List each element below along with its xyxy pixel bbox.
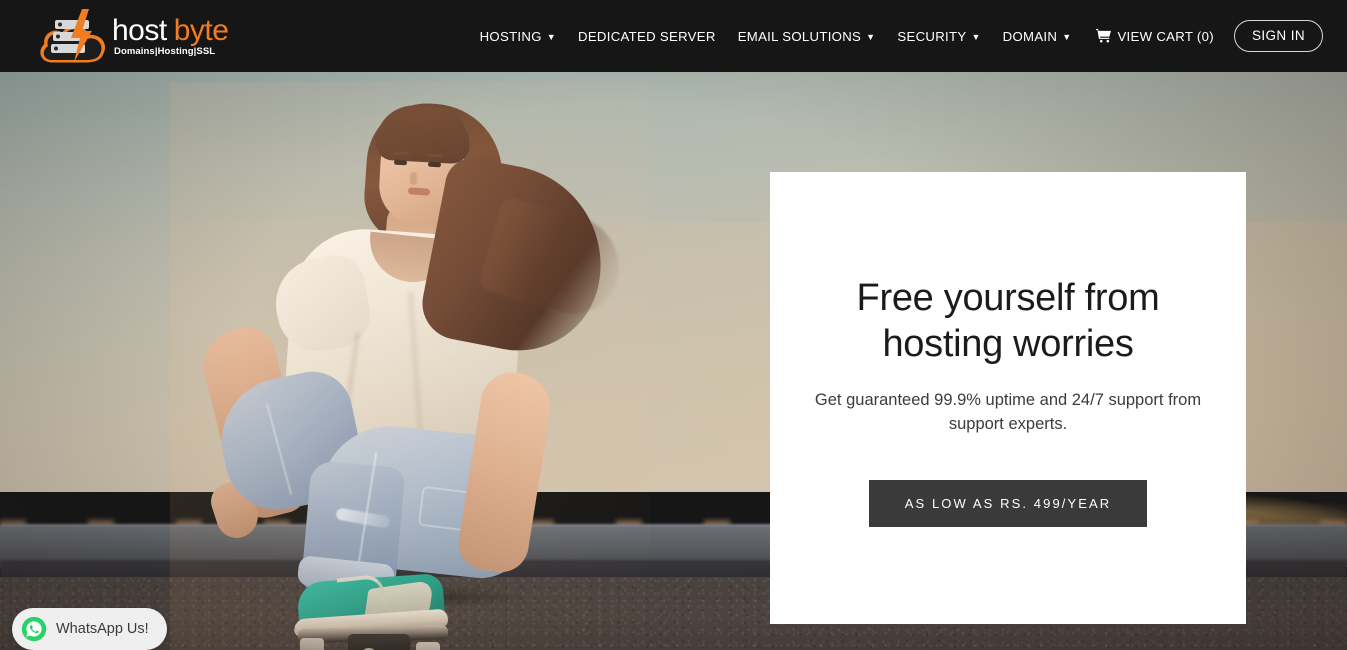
cart-label: VIEW CART (0) <box>1117 28 1214 44</box>
hero-subheadline: Get guaranteed 99.9% uptime and 24/7 sup… <box>814 391 1202 434</box>
whatsapp-icon <box>21 616 47 642</box>
nav-item-email-solutions[interactable]: EMAIL SOLUTIONS ▼ <box>727 0 887 72</box>
view-cart-button[interactable]: VIEW CART (0) <box>1082 0 1221 72</box>
nav-item-security[interactable]: SECURITY ▼ <box>886 0 991 72</box>
logo-word-byte: byte <box>173 13 229 47</box>
nav-label-security: SECURITY <box>897 28 967 44</box>
main-navigation: HOSTING ▼ DEDICATED SERVER EMAIL SOLUTIO… <box>469 0 1331 72</box>
nav-item-dedicated-server[interactable]: DEDICATED SERVER <box>567 0 727 72</box>
chevron-down-icon: ▼ <box>866 32 876 42</box>
logo-word-host: host <box>112 13 167 47</box>
hero-cta-button[interactable]: AS LOW AS RS. 499/YEAR <box>868 480 1148 528</box>
nav-label-hosting: HOSTING <box>479 28 542 44</box>
chevron-down-icon: ▼ <box>971 32 981 42</box>
nav-label-domain: DOMAIN <box>1002 28 1058 44</box>
nav-item-domain[interactable]: DOMAIN ▼ <box>992 0 1083 72</box>
site-logo[interactable]: host byte Domains|Hosting|SSL <box>38 2 238 70</box>
logo-tagline: Domains|Hosting|SSL <box>114 45 216 57</box>
nav-label-email-solutions: EMAIL SOLUTIONS <box>737 28 862 44</box>
sign-in-button[interactable]: SIGN IN <box>1233 20 1323 52</box>
shopping-cart-icon <box>1096 28 1112 46</box>
chevron-down-icon: ▼ <box>1062 32 1072 42</box>
logo-wordmark: host byte Domains|Hosting|SSL <box>112 13 229 57</box>
site-header: host byte Domains|Hosting|SSL HOSTING ▼ D… <box>0 0 1347 72</box>
whatsapp-label: WhatsApp Us! <box>56 621 149 637</box>
nav-item-hosting[interactable]: HOSTING ▼ <box>469 0 567 72</box>
hero-headline: Free yourself from hosting worries <box>856 277 1160 365</box>
cloud-server-logo-icon <box>38 4 110 68</box>
hero-section: Free yourself from hosting worries Get g… <box>0 72 1347 650</box>
whatsapp-chat-widget[interactable]: WhatsApp Us! <box>12 608 167 650</box>
nav-label-dedicated-server: DEDICATED SERVER <box>578 28 716 44</box>
chevron-down-icon: ▼ <box>546 32 556 42</box>
hero-content-card: Free yourself from hosting worries Get g… <box>770 172 1246 624</box>
